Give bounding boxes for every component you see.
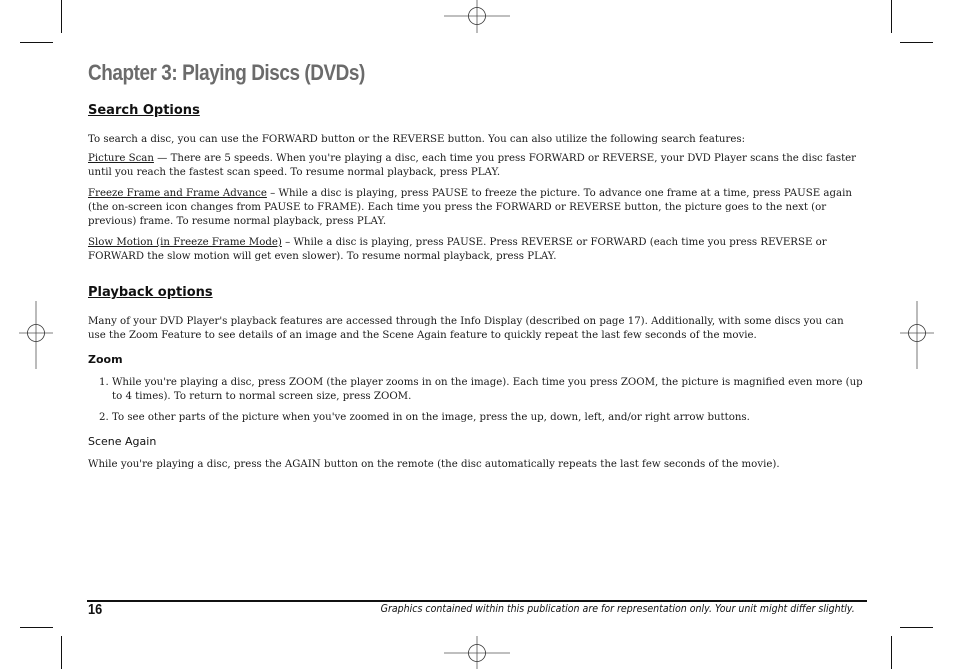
separator: — <box>153 153 171 164</box>
registration-target-left-icon <box>19 301 53 369</box>
page-number: 16 <box>88 601 103 618</box>
crop-mark-top-left-vertical <box>61 0 62 33</box>
term-freeze-frame: Freeze Frame and Frame Advance <box>88 188 267 199</box>
search-item-slow-motion: Slow Motion (in Freeze Frame Mode) – Whi… <box>88 236 860 264</box>
search-item-picture-scan: Picture Scan — There are 5 speeds. When … <box>88 152 860 180</box>
crop-mark-top-right-horizontal <box>900 42 933 43</box>
term-picture-scan: Picture Scan <box>88 153 154 164</box>
zoom-step-2: 2. To see other parts of the picture whe… <box>99 412 750 423</box>
crop-mark-bottom-right-horizontal <box>900 627 933 628</box>
registration-target-right-icon <box>900 301 934 369</box>
crop-mark-top-right-vertical <box>891 0 892 33</box>
scene-again-heading: Scene Again <box>88 435 157 448</box>
scene-again-text: While you're playing a disc, press the A… <box>88 459 780 470</box>
footer-rule <box>87 600 867 602</box>
separator: – <box>266 188 279 199</box>
zoom-heading: Zoom <box>88 353 123 366</box>
crop-mark-bottom-left-horizontal <box>20 627 53 628</box>
playback-intro: Many of your DVD Player's playback featu… <box>88 316 844 342</box>
picture-scan-text: There are 5 speeds. When you're playing … <box>88 153 857 179</box>
search-item-freeze-frame: Freeze Frame and Frame Advance – While a… <box>88 187 860 230</box>
separator: – <box>281 237 294 248</box>
crop-mark-bottom-right-vertical <box>891 636 892 669</box>
footer-disclaimer: Graphics contained within this publicati… <box>380 603 855 615</box>
registration-target-bottom-icon <box>444 636 510 669</box>
search-intro: To search a disc, you can use the FORWAR… <box>88 134 746 145</box>
crop-mark-top-left-horizontal <box>20 42 53 43</box>
registration-target-top-icon <box>444 0 510 33</box>
chapter-title: Chapter 3: Playing Discs (DVDs) <box>88 60 365 85</box>
playback-options-heading: Playback options <box>88 285 213 300</box>
zoom-step-1: 1. While you're playing a disc, press ZO… <box>99 377 863 403</box>
search-options-heading: Search Options <box>88 103 200 118</box>
term-slow-motion: Slow Motion (in Freeze Frame Mode) <box>88 237 282 248</box>
crop-mark-bottom-left-vertical <box>61 636 62 669</box>
